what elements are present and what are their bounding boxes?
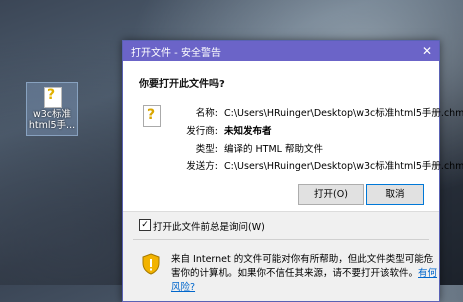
divider (123, 211, 439, 212)
field-publisher-key: 发行商: (186, 126, 218, 137)
field-name-value: C:\Users\HRuinger\Desktop\w3c标准html5手册.c… (224, 108, 463, 119)
warning-shield-icon (142, 253, 160, 275)
risk-info-message: 来自 Internet 的文件可能对你有所帮助，但此文件类型可能危害你的计算机。… (171, 254, 434, 279)
field-type-value: 编译的 HTML 帮助文件 (224, 144, 323, 155)
field-type-key: 类型: (195, 144, 218, 155)
desktop-file-icon[interactable]: ? w3c标准 html5手... (26, 82, 78, 136)
desktop-icon-label-line1: w3c标准 (32, 109, 72, 120)
always-ask-label[interactable]: 打开此文件前总是询问(W) (153, 219, 265, 233)
open-button[interactable]: 打开(O) (298, 184, 364, 205)
desktop-icon-label-line2: html5手... (28, 120, 76, 131)
risk-info-text: 来自 Internet 的文件可能对你有所帮助，但此文件类型可能危害你的计算机。… (171, 253, 441, 295)
dialog-title: 打开文件 - 安全警告 (131, 48, 221, 59)
chm-file-icon: ? (44, 87, 62, 108)
dialog-heading: 你要打开此文件吗? (139, 79, 225, 90)
desktop-icon-label: w3c标准 html5手... (27, 109, 77, 131)
cancel-button[interactable]: 取消 (366, 184, 424, 205)
field-from-value: C:\Users\HRuinger\Desktop\w3c标准html5手册.c… (224, 161, 463, 172)
field-from-key: 发送方: (186, 161, 218, 172)
field-name-key: 名称: (195, 108, 218, 119)
security-warning-dialog: 打开文件 - 安全警告 ✕ 你要打开此文件吗? ? 名称: C:\Users\H… (122, 40, 463, 302)
title-bar[interactable]: 打开文件 - 安全警告 ✕ (123, 41, 439, 61)
field-publisher-value: 未知发布者 (224, 126, 272, 137)
close-icon[interactable]: ✕ (415, 41, 439, 61)
divider-lower (133, 239, 429, 240)
always-ask-checkbox[interactable]: ✓ (139, 219, 151, 231)
